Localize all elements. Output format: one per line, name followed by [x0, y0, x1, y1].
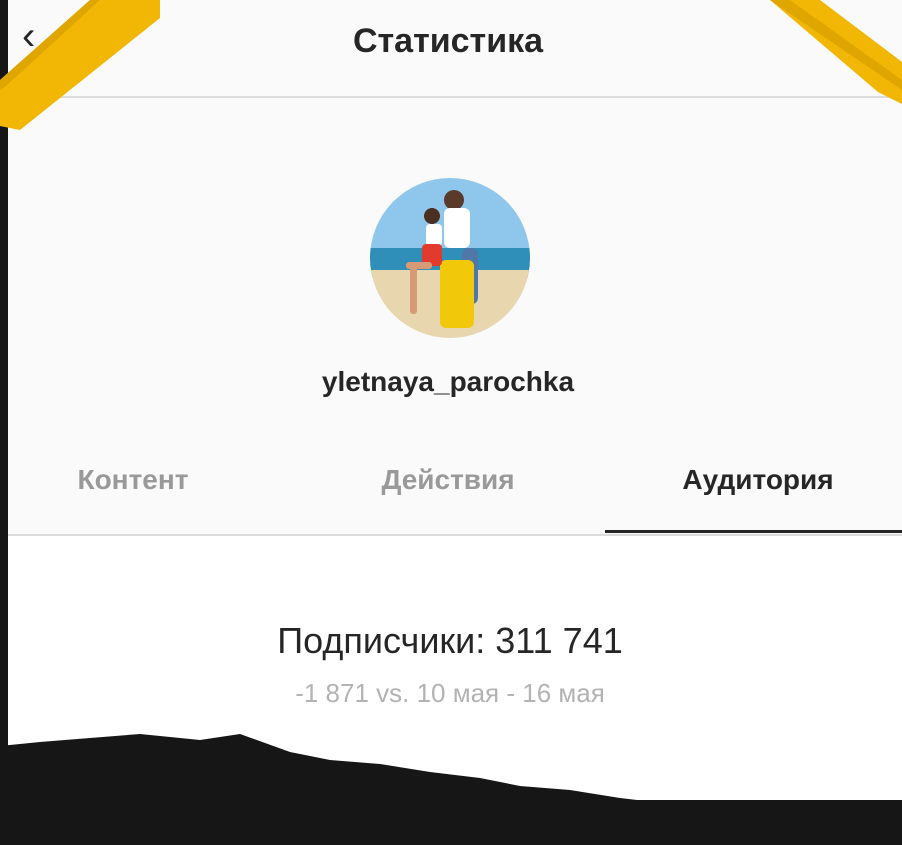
tape-top-left	[0, 0, 160, 130]
tape-top-right	[770, 0, 902, 104]
